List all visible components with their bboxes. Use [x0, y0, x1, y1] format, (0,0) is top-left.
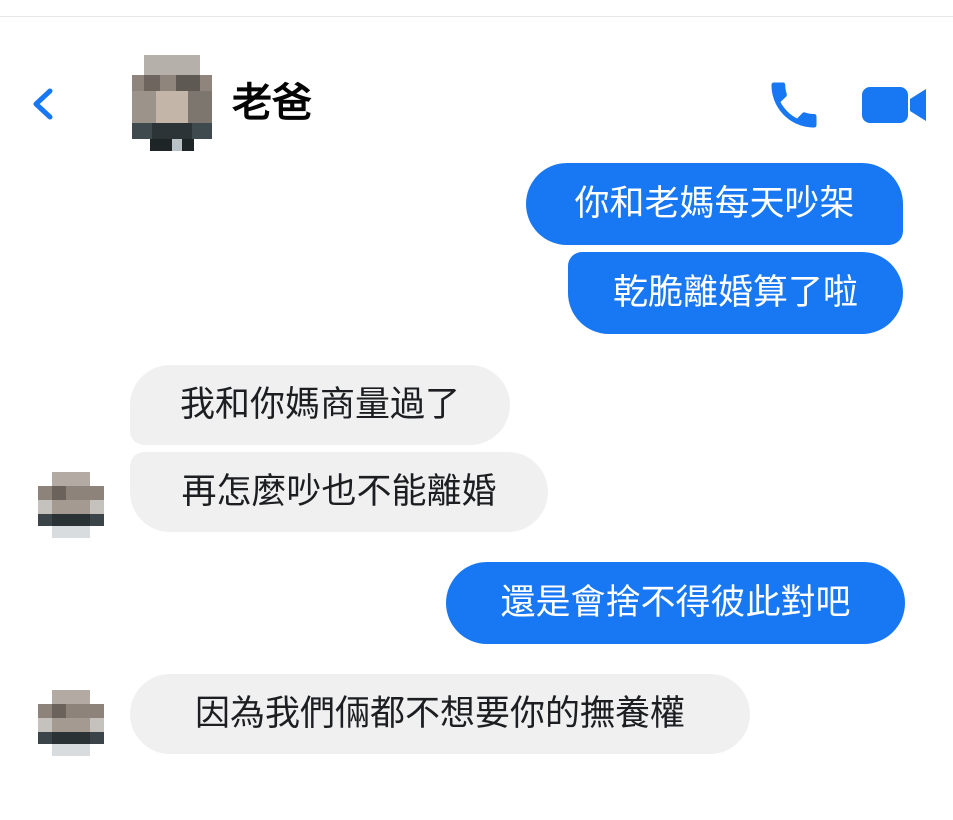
sender-avatar[interactable] [38, 690, 104, 756]
pixelated-avatar-image [132, 55, 212, 151]
sender-avatar[interactable] [38, 472, 104, 538]
incoming-message-bubble[interactable]: 再怎麼吵也不能離婚 [130, 452, 548, 532]
pixelated-avatar-image [38, 690, 104, 756]
contact-avatar[interactable] [132, 55, 212, 151]
chevron-left-icon [33, 88, 53, 120]
video-call-button[interactable] [860, 79, 930, 131]
phone-icon [771, 82, 817, 128]
video-camera-icon [862, 87, 926, 123]
back-button[interactable] [24, 77, 64, 131]
outgoing-message-bubble[interactable]: 你和老媽每天吵架 [526, 163, 903, 245]
conversation-header: 老爸 [0, 17, 953, 167]
outgoing-message-bubble[interactable]: 乾脆離婚算了啦 [568, 252, 903, 334]
incoming-message-bubble[interactable]: 我和你媽商量過了 [130, 365, 510, 445]
outgoing-message-bubble[interactable]: 還是會捨不得彼此對吧 [446, 562, 905, 644]
incoming-message-bubble[interactable]: 因為我們倆都不想要你的撫養權 [130, 674, 750, 754]
contact-name[interactable]: 老爸 [232, 77, 312, 129]
pixelated-avatar-image [38, 472, 104, 538]
audio-call-button[interactable] [764, 75, 824, 135]
